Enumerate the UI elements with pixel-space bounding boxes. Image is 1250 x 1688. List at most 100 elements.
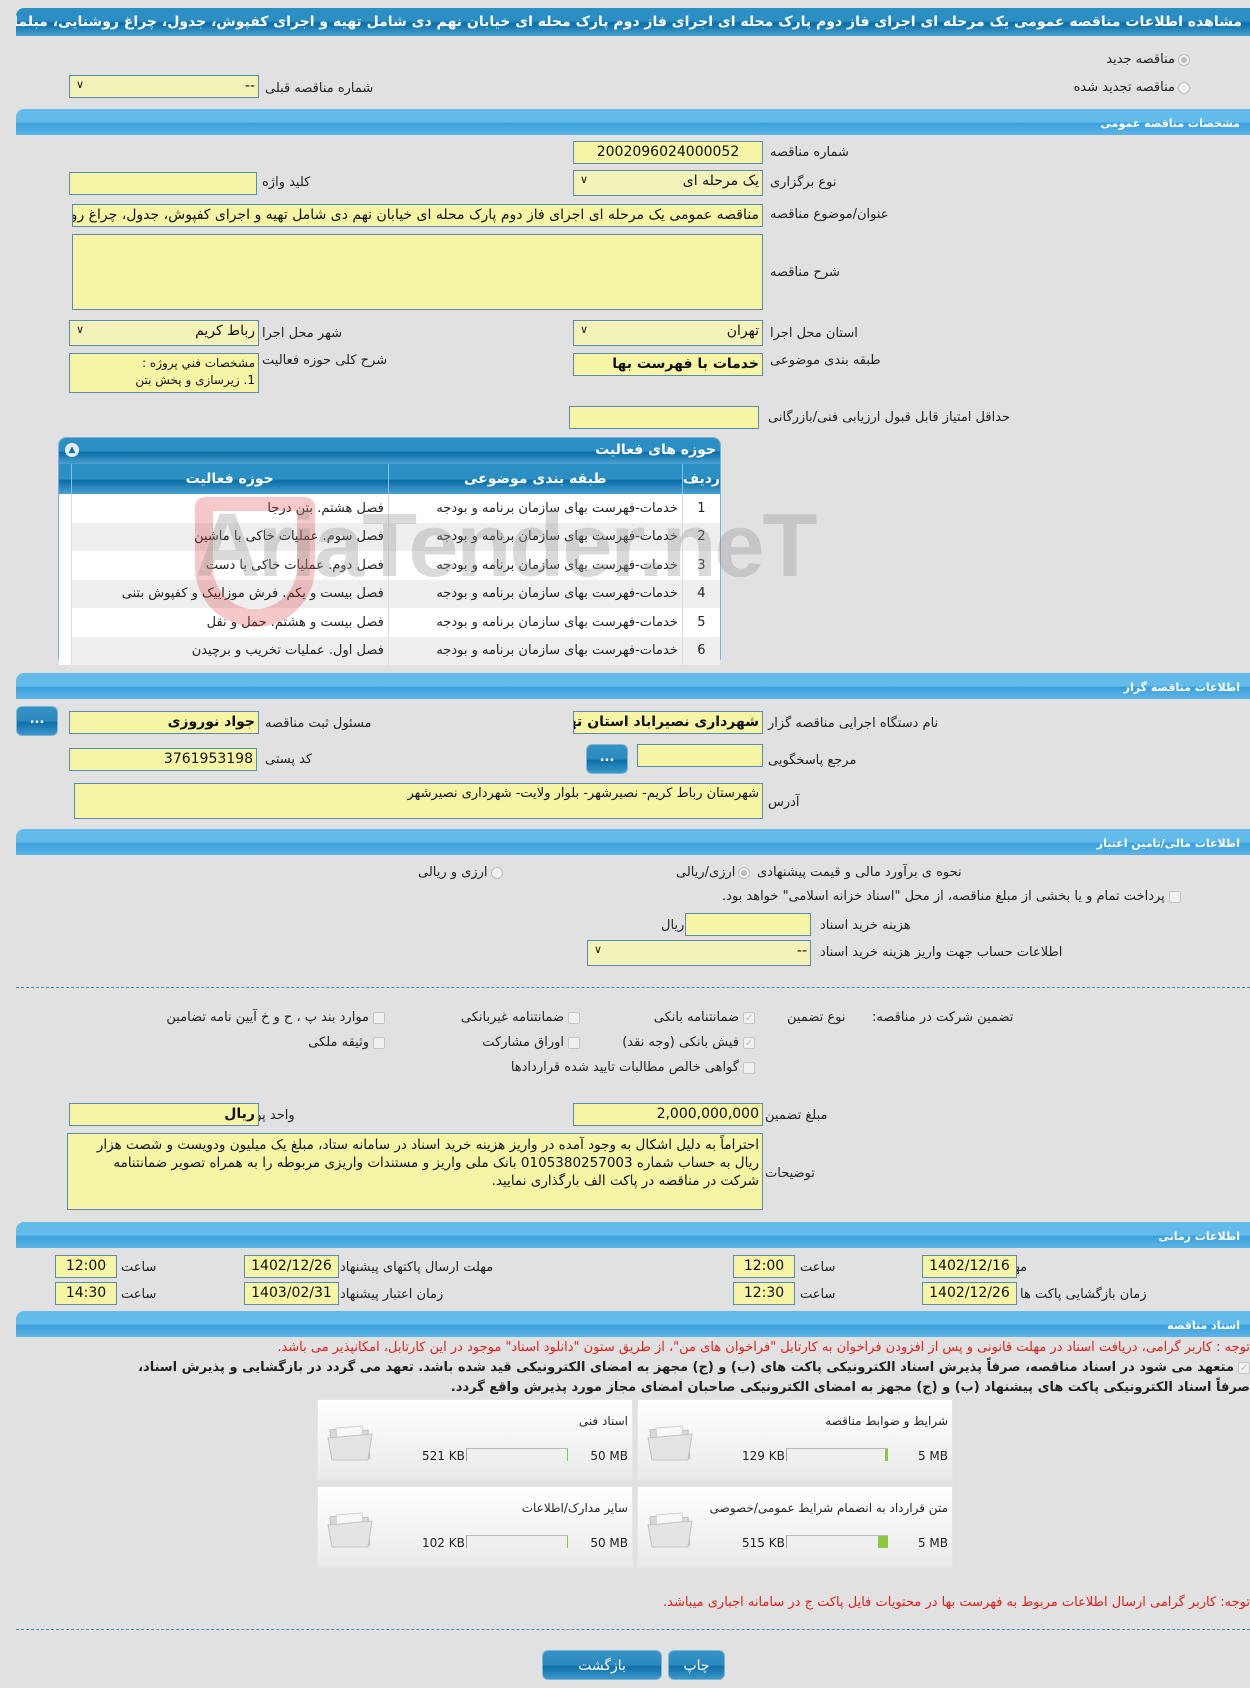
radio-currency-and-rial[interactable]: ارزی و ریالی (418, 865, 503, 880)
print-button[interactable]: چاپ (668, 1650, 725, 1680)
checkbox-icon[interactable] (743, 1061, 755, 1074)
select-reference-button[interactable]: ... (586, 744, 628, 774)
divider (16, 987, 1250, 988)
guarantee-option[interactable]: وثیقه ملکی (308, 1035, 385, 1050)
address-label: آدرس (768, 795, 800, 810)
tender-number-field[interactable]: 2002096024000052 (573, 141, 763, 164)
table-row[interactable]: 1 خدمات-فهرست بهای سازمان برنامه و بودجه ف… (59, 494, 720, 523)
holding-type-label: نوع برگزاری (770, 175, 837, 190)
radio-icon[interactable] (1178, 81, 1190, 94)
document-name: شرایط و ضوابط مناقصه (825, 1414, 948, 1428)
submit-deadline-time[interactable]: 12:00 (55, 1255, 117, 1278)
checkbox-icon[interactable]: ✓ (743, 1036, 755, 1049)
back-button[interactable]: بازگشت (542, 1650, 662, 1680)
description-field[interactable] (72, 234, 763, 310)
opening-time[interactable]: 12:30 (733, 1282, 795, 1305)
validity-date[interactable]: 1403/02/31 (244, 1282, 339, 1305)
guarantee-option[interactable]: ضمانتنامه غیربانکی (461, 1010, 580, 1025)
opening-date[interactable]: 1402/12/26 (922, 1282, 1017, 1305)
org-label: نام دستگاه اجرایی مناقصه گزار (768, 716, 939, 731)
guarantee-amount-field[interactable]: 2,000,000,000 (573, 1103, 763, 1126)
responsible-label: مسئول ثبت مناقصه (265, 716, 372, 731)
submit-deadline-date[interactable]: 1402/12/26 (244, 1255, 339, 1278)
table-row[interactable]: 3 خدمات-فهرست بهای سازمان برنامه و بودجه ف… (59, 551, 720, 580)
doc-deadline-date[interactable]: 1402/12/16 (922, 1255, 1017, 1278)
responsible-field[interactable]: جواد نوروزی (69, 711, 259, 734)
table-row[interactable]: 4 خدمات-فهرست بهای سازمان برنامه و بودجه ف… (59, 579, 720, 608)
radio-rial[interactable]: ارزی/ریالی (676, 865, 751, 880)
folder-icon[interactable] (646, 1509, 694, 1549)
checkbox-icon[interactable]: ✓ (743, 1011, 755, 1024)
time-label: ساعت (121, 1287, 157, 1302)
guarantee-option[interactable]: اوراق مشارکت (482, 1035, 580, 1050)
activity-desc-field[interactable]: مشخصات فني پروژه :1. زیرسازی و پخش بتن (69, 353, 259, 393)
checkbox-icon[interactable] (568, 1011, 580, 1024)
price-list-note: توجه: کاربر گرامی ارسال اطلاعات مربوط به… (663, 1595, 1250, 1610)
guarantee-option[interactable]: موارد بند پ ، ح و خ آیین نامه تضامین (166, 1010, 385, 1025)
notes-field[interactable]: احتراماً به دلیل اشکال به وجود آمده در و… (67, 1133, 763, 1210)
radio-renewed-tender[interactable]: مناقصه تجدید شده (1074, 80, 1190, 95)
checkbox-icon[interactable] (1168, 890, 1181, 903)
checkbox-icon[interactable]: ✓ (1238, 1361, 1250, 1374)
field-cell: فصل هشتم. بتن درجا (70, 494, 389, 523)
treasury-checkbox[interactable]: پرداخت تمام و یا بخشی از مبلغ مناقصه، از… (722, 889, 1181, 904)
divider (16, 1629, 1250, 1630)
guarantee-option[interactable]: ✓فیش بانکی (وجه نقد) (622, 1035, 755, 1050)
doc-cost-field[interactable] (685, 913, 811, 936)
radio-icon[interactable] (490, 866, 503, 879)
field-cell: فصل بیست و هشتم. حمل و نقل (70, 608, 389, 637)
checkbox-icon[interactable] (373, 1036, 385, 1049)
document-max-size: 5 MB (917, 1449, 948, 1463)
table-row[interactable]: 6 خدمات-فهرست بهای سازمان برنامه و بودجه ف… (59, 636, 720, 665)
min-score-field[interactable] (569, 406, 759, 429)
size-progress-bar (786, 1448, 888, 1461)
chevron-down-icon: ∨ (580, 323, 589, 336)
radio-icon[interactable] (738, 866, 751, 879)
category-field[interactable]: خدمات با فهرست بها (573, 353, 763, 376)
city-select[interactable]: رباط کریم ∨ (69, 320, 259, 346)
guarantee-amount-label: مبلغ تضمین (765, 1108, 828, 1123)
validity-time[interactable]: 14:30 (55, 1282, 117, 1305)
folder-icon[interactable] (326, 1509, 374, 1549)
select-responsible-button[interactable]: ... (16, 706, 58, 736)
document-card[interactable]: شرایط و ضوابط مناقصه 129 KB 5 MB (637, 1399, 953, 1481)
notes-label: توضیحات (765, 1166, 815, 1181)
estimate-label: نحوه ی برآورد مالی و قیمت پیشنهادی (757, 865, 962, 880)
checkbox-icon[interactable] (373, 1011, 385, 1024)
category-cell: خدمات-فهرست بهای سازمان برنامه و بودجه (387, 494, 683, 523)
size-progress-bar (786, 1535, 888, 1548)
radio-icon[interactable] (1178, 53, 1190, 66)
checkbox-icon[interactable] (568, 1036, 580, 1049)
document-card[interactable]: اسناد فنی 521 KB 50 MB (317, 1399, 633, 1481)
folder-icon[interactable] (326, 1422, 374, 1462)
folder-icon[interactable] (646, 1422, 694, 1462)
keyword-field[interactable] (69, 172, 257, 195)
prev-number-select[interactable]: -- ∨ (69, 75, 259, 98)
field-cell: فصل اول. عملیات تخریب و برچیدن (70, 636, 389, 665)
guarantee-option[interactable]: گواهی خالص مطالبات تایید شده قراردادها (511, 1060, 755, 1075)
radio-new-tender[interactable]: مناقصه جدید (1106, 52, 1190, 67)
document-max-size: 50 MB (590, 1449, 628, 1463)
postal-field[interactable]: 3761953198 (69, 748, 257, 771)
holding-type-select[interactable]: یک مرحله ای ∨ (573, 170, 763, 196)
document-size: 129 KB (742, 1449, 785, 1463)
collapse-icon[interactable]: ▲ (65, 443, 79, 457)
document-card[interactable]: متن قرارداد به انضمام شرایط عمومی/خصوصی 5… (637, 1486, 953, 1568)
province-select[interactable]: تهران ∨ (573, 320, 763, 346)
table-row[interactable]: 2 خدمات-فهرست بهای سازمان برنامه و بودجه ف… (59, 522, 720, 551)
currency-field[interactable]: ریال (69, 1103, 259, 1126)
opening-label: زمان بازگشایی پاکت ها (1020, 1287, 1147, 1302)
document-card[interactable]: سایر مدارک/اطلاعات 102 KB 50 MB (317, 1486, 633, 1568)
doc-deadline-time[interactable]: 12:00 (733, 1255, 795, 1278)
org-field[interactable]: شهرداری نصیراباد استان تهران (573, 711, 763, 734)
guarantee-option[interactable]: ✓ضمانتنامه بانکی (654, 1010, 755, 1025)
document-size: 102 KB (422, 1536, 465, 1550)
subject-field[interactable]: مناقصه عمومی یک مرحله ای اجرای فاز دوم پ… (72, 204, 763, 227)
field-cell: فصل بیست و یکم. فرش موزاییک و کفپوش بتنی (70, 579, 389, 608)
reference-field[interactable] (637, 744, 763, 767)
category-label: طبقه بندی موضوعی (770, 353, 881, 368)
address-field[interactable]: شهرستان رباط کریم- نصیرشهر- بلوار ولایت-… (74, 783, 763, 819)
table-row[interactable]: 5 خدمات-فهرست بهای سازمان برنامه و بودجه ف… (59, 608, 720, 637)
account-select[interactable]: -- ∨ (587, 940, 811, 966)
size-progress-bar (466, 1448, 568, 1461)
